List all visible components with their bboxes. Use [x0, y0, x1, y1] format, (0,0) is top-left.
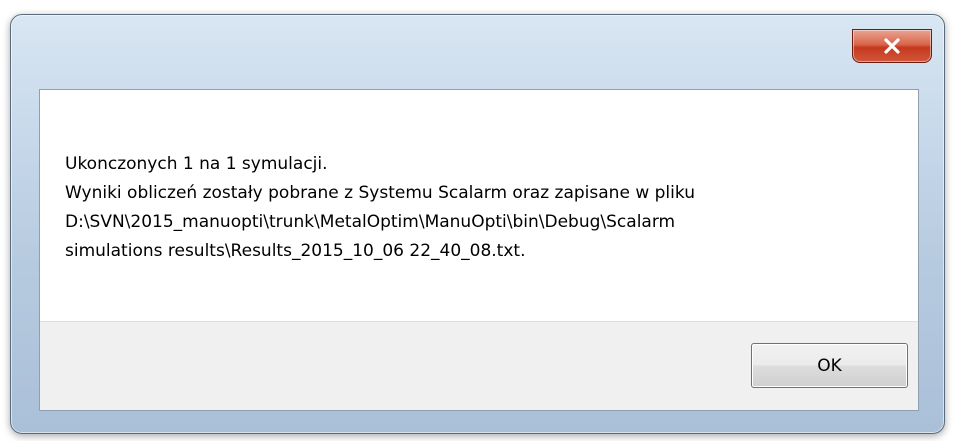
close-button[interactable] — [852, 29, 932, 63]
message-text: Ukonczonych 1 na 1 symulacji. Wyniki obl… — [65, 150, 905, 266]
message-box-window: Ukonczonych 1 na 1 symulacji. Wyniki obl… — [10, 14, 945, 434]
close-icon — [883, 38, 901, 54]
button-bar: OK — [40, 321, 918, 410]
message-line: D:\SVN\2015_manuopti\trunk\MetalOptim\Ma… — [65, 212, 676, 232]
screen: Ukonczonych 1 na 1 symulacji. Wyniki obl… — [0, 0, 957, 441]
message-line: simulations results\Results_2015_10_06 2… — [65, 241, 526, 261]
title-bar[interactable] — [11, 15, 944, 87]
message-line: Wyniki obliczeń zostały pobrane z System… — [65, 183, 695, 203]
message-line: Ukonczonych 1 na 1 symulacji. — [65, 154, 328, 174]
dialog-content: Ukonczonych 1 na 1 symulacji. Wyniki obl… — [39, 89, 919, 411]
ok-button[interactable]: OK — [751, 343, 908, 388]
